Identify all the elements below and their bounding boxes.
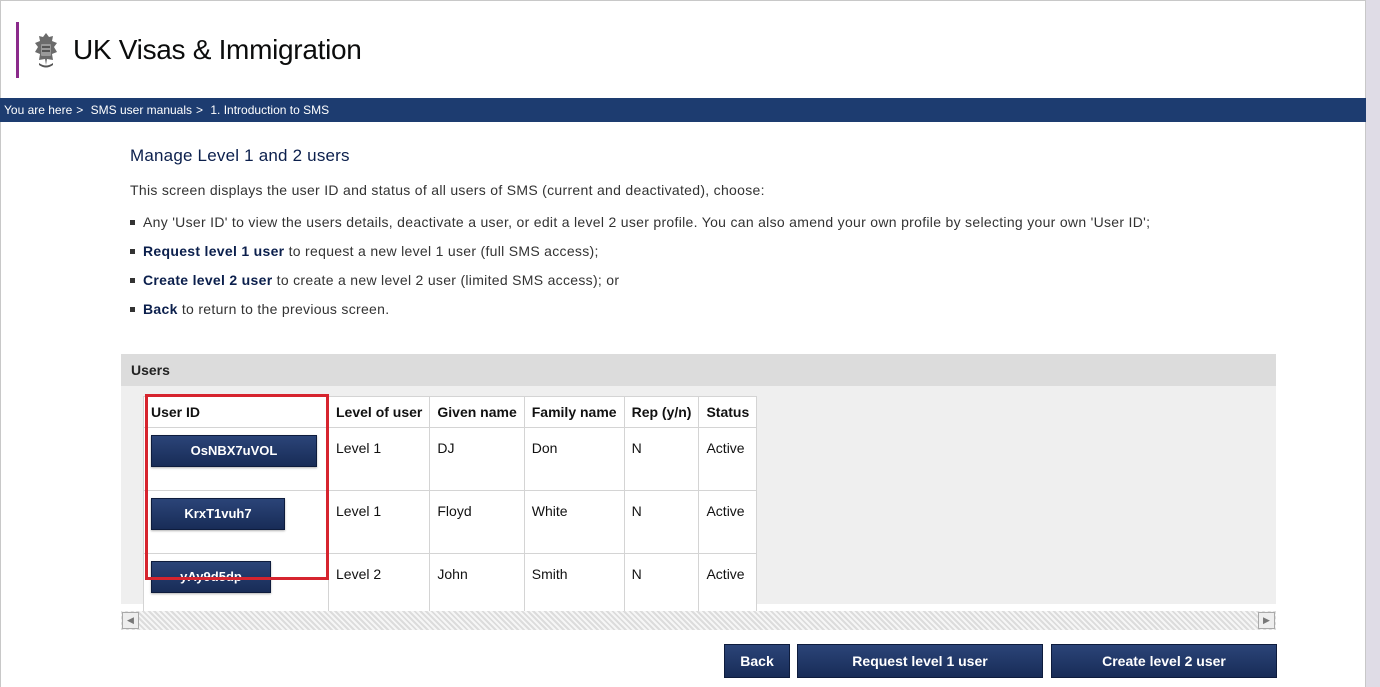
column-header-family-name: Family name	[523, 396, 625, 428]
list-item: Request level 1 user to request a new le…	[130, 239, 1360, 263]
bullet-icon	[130, 219, 135, 225]
window-scrollbar-gutter[interactable]	[1366, 0, 1380, 687]
status-cell: Active	[698, 427, 758, 491]
given-name-cell: DJ	[429, 427, 525, 491]
options-list: Any 'User ID' to view the users details,…	[130, 210, 1360, 321]
status-cell: Active	[698, 553, 758, 617]
brand-bar	[16, 22, 19, 78]
option-back: Back	[143, 301, 178, 317]
user-id-cell: KrxT1vuh7	[143, 490, 329, 554]
rep-cell: N	[623, 427, 700, 491]
royal-crest-icon	[35, 33, 57, 68]
breadcrumb-prefix: You are here	[4, 103, 73, 117]
site-title: UK Visas & Immigration	[73, 34, 362, 65]
back-button[interactable]: Back	[724, 644, 790, 678]
family-name-cell: Smith	[523, 553, 625, 617]
given-name-cell: Floyd	[429, 490, 525, 554]
family-name-cell: White	[523, 490, 625, 554]
users-table: User ID Level of user Given name Family …	[143, 396, 758, 617]
level-cell: Level 1	[327, 427, 431, 491]
bullet-icon	[130, 248, 135, 254]
main-content: Manage Level 1 and 2 users This screen d…	[130, 146, 1360, 326]
status-cell: Active	[698, 490, 758, 554]
list-item: Any 'User ID' to view the users details,…	[130, 210, 1360, 234]
given-name-cell: John	[429, 553, 525, 617]
column-header-status: Status	[698, 396, 758, 428]
family-name-cell: Don	[523, 427, 625, 491]
site-header: UK Visas & Immigration	[16, 22, 362, 78]
user-id-cell: yAy9d5dp	[143, 553, 329, 617]
user-id-button[interactable]: yAy9d5dp	[151, 561, 271, 593]
option-create-level-2: Create level 2 user	[143, 272, 273, 288]
horizontal-scrollbar[interactable]: ◀ ▶	[121, 611, 1276, 630]
table-row: yAy9d5dp Level 2 John Smith N Active	[143, 553, 758, 617]
bullet-icon	[130, 277, 135, 283]
level-cell: Level 2	[327, 553, 431, 617]
breadcrumb-item-sms-user-manuals[interactable]: SMS user manuals	[91, 103, 192, 117]
users-panel: Users User ID Level of user Given name F…	[121, 354, 1276, 630]
list-item: Create level 2 user to create a new leve…	[130, 268, 1360, 292]
bullet-icon	[130, 306, 135, 312]
breadcrumb-separator: >	[196, 103, 204, 117]
column-header-given-name: Given name	[429, 396, 525, 428]
breadcrumb-separator: >	[76, 103, 84, 117]
column-header-rep: Rep (y/n)	[623, 396, 700, 428]
breadcrumb-item-current[interactable]: 1. Introduction to SMS	[210, 103, 329, 117]
scroll-left-arrow-icon[interactable]: ◀	[122, 612, 139, 629]
table-row: KrxT1vuh7 Level 1 Floyd White N Active	[143, 490, 758, 554]
page-title: Manage Level 1 and 2 users	[130, 146, 350, 165]
rep-cell: N	[623, 490, 700, 554]
option-request-level-1: Request level 1 user	[143, 243, 285, 259]
column-header-level: Level of user	[327, 396, 431, 428]
user-id-cell: OsNBX7uVOL	[143, 427, 329, 491]
user-id-button[interactable]: OsNBX7uVOL	[151, 435, 317, 467]
intro-text: This screen displays the user ID and sta…	[130, 182, 765, 198]
list-item: Back to return to the previous screen.	[130, 297, 1360, 321]
column-header-user-id: User ID	[143, 396, 329, 428]
breadcrumb: You are here > SMS user manuals > 1. Intro…	[0, 98, 1366, 122]
scroll-right-arrow-icon[interactable]: ▶	[1258, 612, 1275, 629]
user-id-button[interactable]: KrxT1vuh7	[151, 498, 285, 530]
request-level-1-user-button[interactable]: Request level 1 user	[797, 644, 1043, 678]
level-cell: Level 1	[327, 490, 431, 554]
table-row: OsNBX7uVOL Level 1 DJ Don N Active	[143, 427, 758, 491]
table-header-row: User ID Level of user Given name Family …	[143, 396, 758, 428]
create-level-2-user-button[interactable]: Create level 2 user	[1051, 644, 1277, 678]
users-panel-title: Users	[121, 354, 1276, 386]
rep-cell: N	[623, 553, 700, 617]
